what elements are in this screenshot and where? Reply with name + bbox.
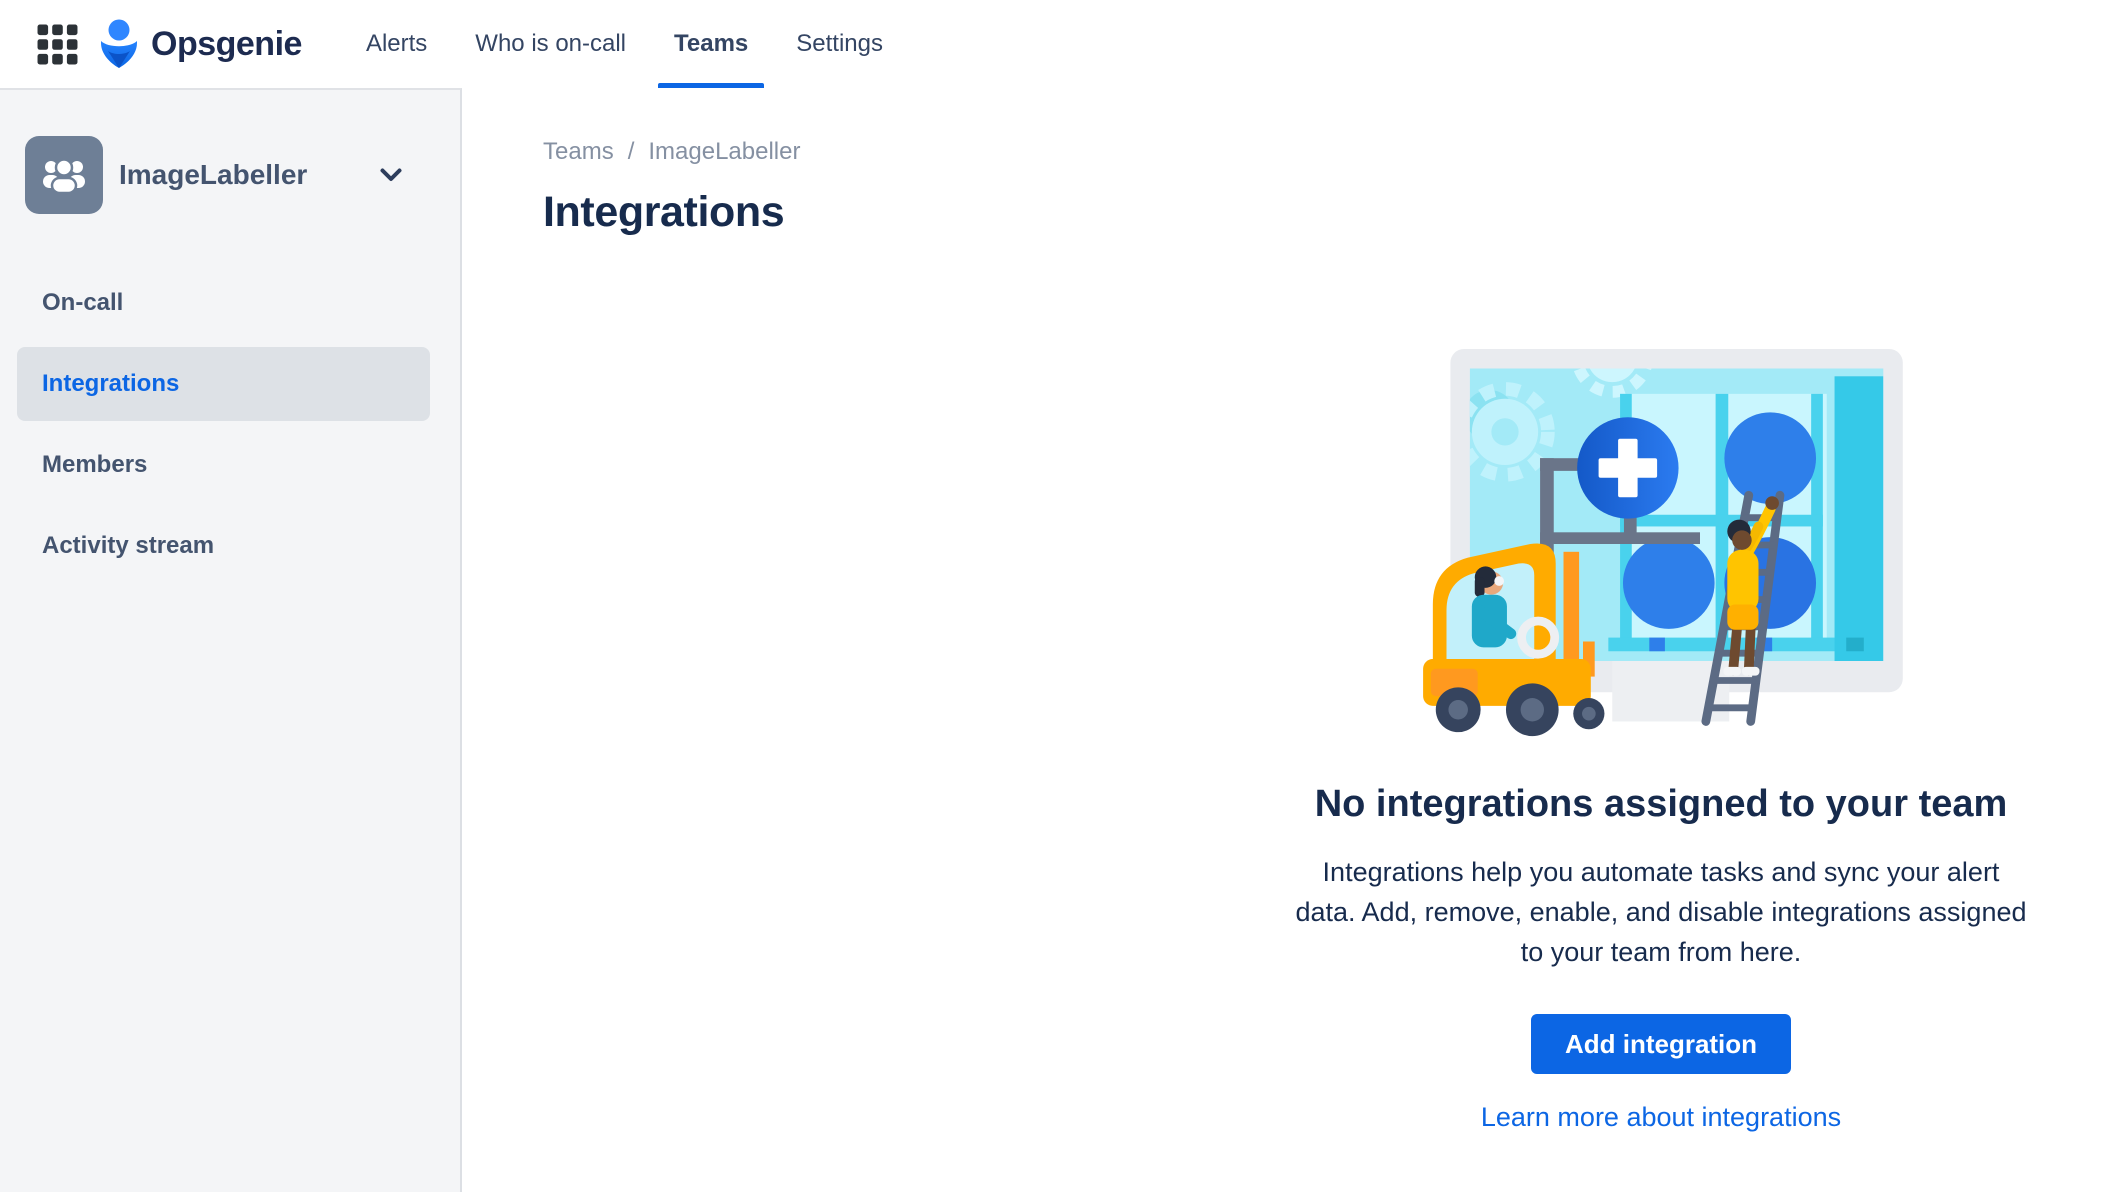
nav-tab-alerts[interactable]: Alerts	[350, 0, 443, 88]
nav-tab-teams[interactable]: Teams	[658, 0, 765, 88]
breadcrumb-teams[interactable]: Teams	[543, 138, 614, 166]
team-sidebar: ImageLabeller On-call Integrations Membe…	[0, 88, 462, 1192]
empty-state-description-line: to your team from here.	[1520, 937, 1802, 967]
breadcrumb: Teams / ImageLabeller	[543, 138, 2102, 166]
team-switcher-button[interactable]	[380, 168, 402, 182]
integrations-empty-illustration	[1423, 349, 1903, 737]
main-content: Teams / ImageLabeller Integrations No in…	[462, 88, 2102, 1192]
empty-state-description-line: Integrations help you automate tasks and…	[1322, 857, 2000, 887]
app-grid-icon	[34, 21, 81, 68]
sidebar-item-activity-stream[interactable]: Activity stream	[17, 509, 430, 583]
sidebar-item-on-call[interactable]: On-call	[17, 266, 430, 340]
team-header: ImageLabeller	[0, 90, 460, 214]
sidebar-item-members[interactable]: Members	[17, 428, 430, 502]
empty-state-description: Integrations help you automate tasks and…	[1241, 852, 2081, 972]
product-name: Opsgenie	[151, 24, 302, 63]
chevron-down-icon	[380, 168, 402, 182]
add-integration-button[interactable]: Add integration	[1530, 1014, 1792, 1074]
app-switcher-button[interactable]	[33, 20, 81, 68]
breadcrumb-imagelabeller[interactable]: ImageLabeller	[648, 138, 800, 166]
team-people-icon	[41, 155, 87, 195]
team-avatar	[25, 136, 103, 214]
nav-tab-who-is-on-call[interactable]: Who is on-call	[459, 0, 642, 88]
topbar: Opsgenie Alerts Who is on-call Teams Set…	[0, 0, 2102, 88]
breadcrumb-separator: /	[627, 138, 635, 165]
learn-more-link[interactable]: Learn more about integrations	[1481, 1102, 1841, 1133]
nav-tab-settings[interactable]: Settings	[780, 0, 899, 88]
page-title: Integrations	[543, 188, 785, 236]
team-name: ImageLabeller	[119, 159, 308, 190]
product-logo[interactable]: Opsgenie	[97, 19, 302, 69]
integrations-empty-state: No integrations assigned to your team In…	[1241, 349, 2081, 1133]
empty-state-description-line: data. Add, remove, enable, and disable i…	[1295, 897, 2027, 927]
opsgenie-logo-icon	[97, 19, 141, 69]
team-sidebar-nav: On-call Integrations Members Activity st…	[0, 266, 460, 583]
primary-nav: Alerts Who is on-call Teams Settings	[350, 0, 915, 88]
sidebar-item-integrations[interactable]: Integrations	[17, 347, 430, 421]
empty-state-title: No integrations assigned to your team	[1314, 783, 2008, 825]
